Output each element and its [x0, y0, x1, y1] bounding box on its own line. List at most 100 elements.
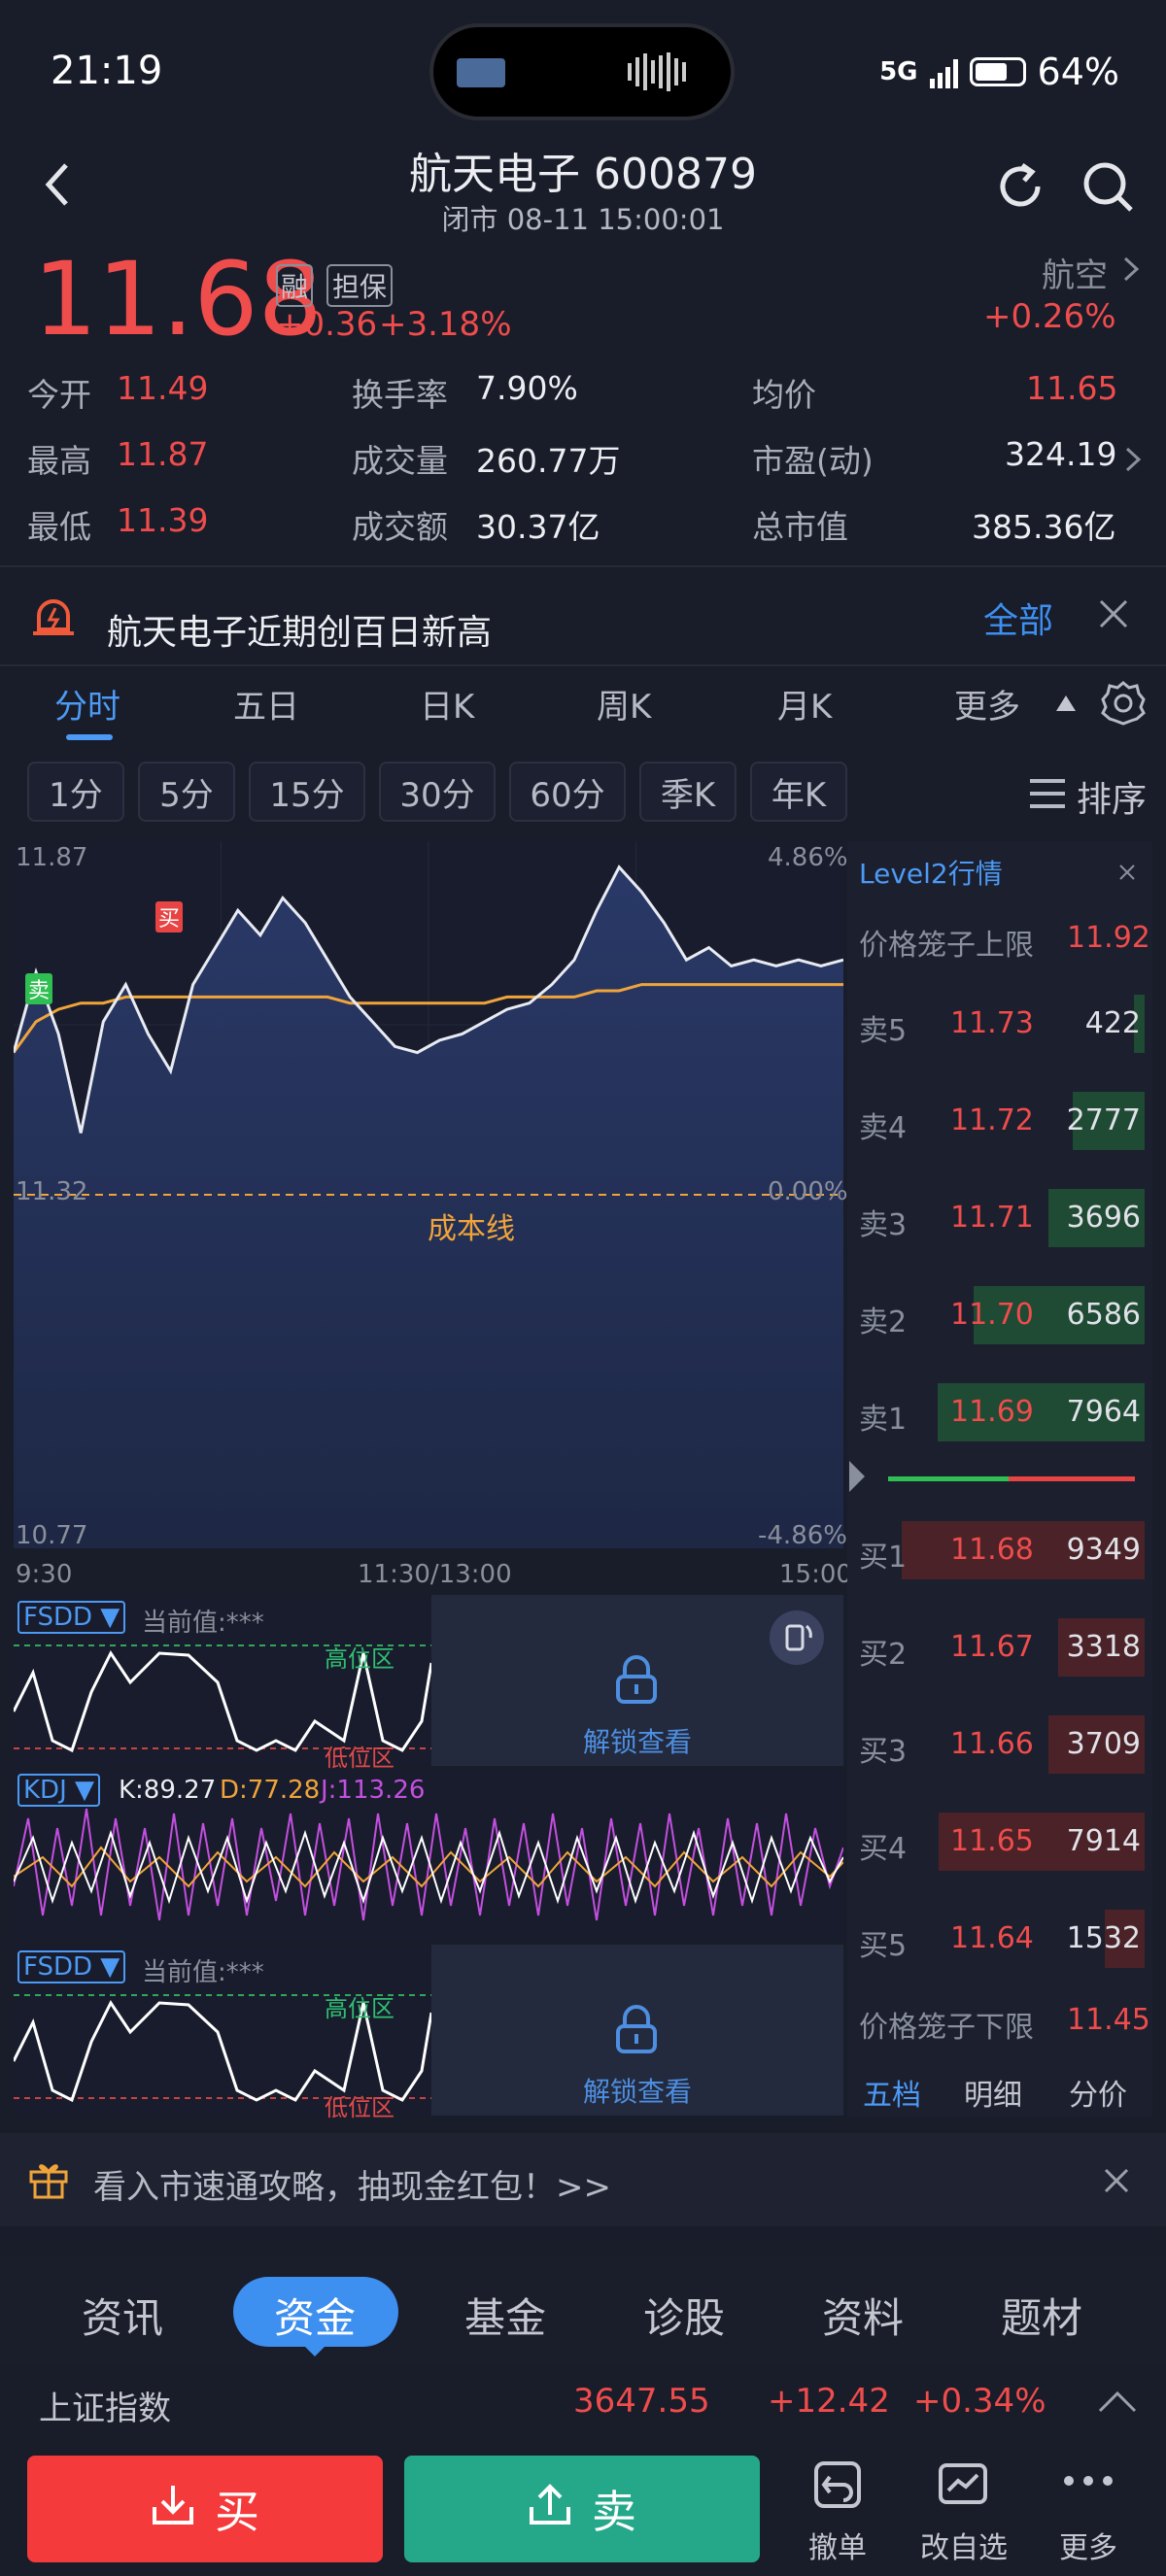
- orderbook-row[interactable]: 卖3 11.71 3696: [847, 1189, 1152, 1247]
- ob-tab-price[interactable]: 分价: [1069, 2071, 1127, 2114]
- sell-marker: 卖: [25, 973, 53, 1004]
- chevron-up-icon[interactable]: [1096, 2390, 1139, 2415]
- index-name[interactable]: 上证指数: [39, 2382, 171, 2429]
- fsdd-value-1: 当前值:***: [142, 1609, 264, 1638]
- kdj-selector[interactable]: KDJ ▼: [17, 1774, 100, 1807]
- more-icon[interactable]: [1061, 2471, 1115, 2491]
- stats-expand-icon[interactable]: [1121, 445, 1145, 474]
- search-icon[interactable]: [1080, 159, 1135, 214]
- orderbook-row[interactable]: 买1 11.68 9349: [847, 1521, 1152, 1579]
- orderbook-row[interactable]: 买4 11.65 7914: [847, 1813, 1152, 1871]
- tab-weekly-k[interactable]: 周K: [597, 680, 651, 728]
- tab-monthly-k[interactable]: 月K: [777, 680, 832, 728]
- level-price: 11.70: [950, 1298, 1034, 1332]
- nav-news[interactable]: 资讯: [82, 2286, 163, 2345]
- price-change-pct: +3.18%: [379, 305, 512, 344]
- promo-text[interactable]: 看入市速通攻略，抽现金红包！>>: [93, 2160, 611, 2208]
- refresh-icon[interactable]: [993, 159, 1047, 214]
- lock-icon[interactable]: [612, 2003, 661, 2055]
- nav-diagnose[interactable]: 诊股: [643, 2286, 725, 2345]
- divider: [0, 565, 1166, 567]
- tab-daily-k[interactable]: 日K: [420, 680, 474, 728]
- lock-icon[interactable]: [612, 1653, 661, 1706]
- nav-bar: [0, 2255, 1166, 2364]
- unlock-button-1[interactable]: 解锁查看: [583, 1721, 692, 1760]
- nav-topics[interactable]: 题材: [1001, 2286, 1082, 2345]
- level-volume: 9349: [1066, 1533, 1141, 1567]
- low-zone-label-1: 低位区: [325, 1745, 394, 1772]
- ob-tab-five[interactable]: 五档: [863, 2071, 921, 2114]
- orderbook-row[interactable]: 卖5 11.73 422: [847, 995, 1152, 1053]
- tab-active-indicator: [66, 734, 113, 740]
- level2-title[interactable]: Level2行情: [859, 853, 1003, 892]
- orderbook-row[interactable]: 卖2 11.70 6586: [847, 1286, 1152, 1344]
- chevron-right-icon[interactable]: [1119, 254, 1143, 284]
- media-thumbnail-icon: [457, 58, 505, 87]
- fsdd-selector-1[interactable]: FSDD ▼: [17, 1601, 126, 1634]
- index-change: +12.42: [768, 2382, 890, 2421]
- level-volume: 422: [1084, 1006, 1141, 1040]
- cancel-order-label[interactable]: 撤单: [801, 2524, 874, 2566]
- margin-badge: 融: [276, 264, 314, 307]
- chip-60min[interactable]: 60分: [509, 762, 626, 822]
- close-promo-icon[interactable]: [1102, 2166, 1131, 2195]
- orderbook-row[interactable]: 卖1 11.69 7964: [847, 1383, 1152, 1441]
- fsdd-selector-2[interactable]: FSDD ▼: [17, 1950, 126, 1983]
- nav-profile[interactable]: 资料: [822, 2286, 904, 2345]
- cancel-order-icon[interactable]: [810, 2457, 865, 2512]
- level-label: 卖3: [859, 1208, 908, 1242]
- tab-five-day[interactable]: 五日: [233, 680, 299, 728]
- close-icon[interactable]: [1096, 596, 1131, 631]
- gear-icon[interactable]: [1100, 680, 1147, 727]
- alert-all-link[interactable]: 全部: [983, 593, 1053, 643]
- sell-button[interactable]: 卖: [404, 2456, 760, 2562]
- network-label: 5G: [879, 57, 918, 86]
- sort-button[interactable]: 排序: [1077, 771, 1147, 822]
- upper-limit-value: 11.92: [1067, 921, 1150, 955]
- level-volume: 3696: [1066, 1201, 1141, 1235]
- tab-intraday[interactable]: 分时: [54, 680, 120, 728]
- chip-15min[interactable]: 15分: [249, 762, 365, 822]
- chip-30min[interactable]: 30分: [379, 762, 496, 822]
- sector-name[interactable]: 航空: [1042, 249, 1108, 296]
- nav-fund[interactable]: 基金: [464, 2286, 546, 2345]
- level-price: 11.65: [950, 1824, 1034, 1858]
- orderbook-row[interactable]: 买3 11.66 3709: [847, 1715, 1152, 1774]
- nav-funds[interactable]: 资金: [274, 2286, 356, 2345]
- level-volume: 1532: [1066, 1921, 1141, 1955]
- chip-5min[interactable]: 5分: [138, 762, 235, 822]
- y-left-mid: 11.32: [16, 1177, 88, 1206]
- chip-year-k[interactable]: 年K: [750, 762, 847, 822]
- chip-1min[interactable]: 1分: [27, 762, 124, 822]
- signal-icon: [929, 55, 958, 88]
- level-label: 买3: [859, 1735, 908, 1769]
- rotate-icon[interactable]: [770, 1610, 824, 1665]
- orderbook-row[interactable]: 买2 11.67 3318: [847, 1618, 1152, 1677]
- kdj-k-value: K:89.27: [119, 1776, 217, 1805]
- ob-tab-detail[interactable]: 明细: [964, 2071, 1022, 2114]
- buy-button[interactable]: 买: [27, 2456, 383, 2562]
- level-price: 11.64: [950, 1921, 1034, 1955]
- alert-text[interactable]: 航天电子近期创百日新高: [107, 604, 492, 655]
- tab-more[interactable]: 更多: [954, 680, 1020, 728]
- avg-value: 11.65: [1026, 369, 1118, 407]
- upper-limit-label: 价格笼子上限: [859, 929, 1034, 963]
- close-level2-icon[interactable]: [1115, 861, 1139, 884]
- intraday-chart[interactable]: [12, 841, 844, 1548]
- sector-change-pct: +0.26%: [983, 297, 1116, 336]
- level-volume: 6586: [1066, 1298, 1141, 1332]
- triangle-up-icon[interactable]: [1055, 694, 1077, 713]
- edit-watchlist-label[interactable]: 改自选: [913, 2524, 1014, 2566]
- fsdd-chart-1: [12, 1595, 843, 1766]
- more-label[interactable]: 更多: [1051, 2524, 1125, 2566]
- level-label: 卖2: [859, 1305, 908, 1339]
- chip-quarter-k[interactable]: 季K: [639, 762, 737, 822]
- battery-percent: 64%: [1037, 51, 1119, 93]
- edit-watchlist-icon[interactable]: [935, 2457, 993, 2512]
- orderbook-row[interactable]: 卖4 11.72 2777: [847, 1092, 1152, 1150]
- kdj-j-value: J:113.26: [321, 1776, 426, 1805]
- unlock-button-2[interactable]: 解锁查看: [583, 2071, 692, 2110]
- orderbook-row[interactable]: 买5 11.64 1532: [847, 1910, 1152, 1968]
- buy-marker: 买: [155, 901, 184, 932]
- menu-icon[interactable]: [1028, 777, 1067, 810]
